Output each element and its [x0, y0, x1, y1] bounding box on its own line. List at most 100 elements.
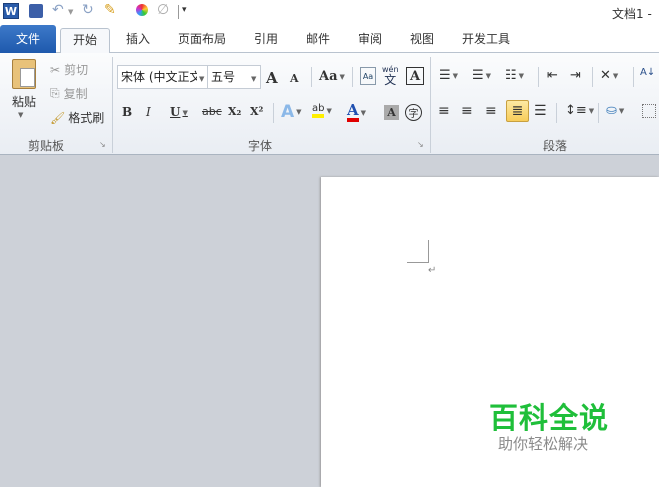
tab-developer[interactable]: 开发工具: [454, 28, 518, 53]
tab-file[interactable]: 文件: [0, 25, 56, 53]
tab-view[interactable]: 视图: [402, 28, 442, 53]
chevron-down-icon: ▼: [199, 75, 205, 83]
divider: [592, 67, 593, 87]
text-effects-button[interactable]: A ▼: [281, 102, 302, 122]
tab-insert[interactable]: 插入: [118, 28, 158, 53]
redo-icon[interactable]: ↻: [82, 2, 94, 18]
borders-button[interactable]: [642, 104, 656, 118]
sort-button[interactable]: A↓: [640, 67, 655, 78]
phonetic-guide-button[interactable]: wén 文: [382, 65, 399, 86]
tab-page-layout[interactable]: 页面布局: [170, 28, 234, 53]
chevron-down-icon: ▼: [452, 71, 459, 80]
tab-review[interactable]: 审阅: [350, 28, 390, 53]
font-size-value: 五号: [211, 70, 236, 84]
line-spacing-icon: ↕≡: [565, 103, 587, 118]
underline-button[interactable]: U ▼: [170, 105, 188, 119]
undo-dropdown-icon[interactable]: ▼: [68, 8, 73, 16]
multilevel-list-button[interactable]: ☷ ▼: [505, 68, 524, 83]
scissors-icon: ✂: [50, 62, 61, 77]
paint-icon[interactable]: ✎: [104, 2, 116, 18]
chevron-down-icon: ▼: [182, 107, 188, 117]
tab-home[interactable]: 开始: [60, 28, 110, 54]
align-center-button[interactable]: ≡: [461, 103, 473, 119]
bullets-button[interactable]: ☰ ▼: [439, 68, 458, 83]
text-effects-label: A: [281, 102, 295, 122]
numbered-list-icon: ☰: [472, 68, 484, 83]
paste-icon[interactable]: [12, 59, 36, 89]
ribbon-tabs: 文件 开始 插入 页面布局 引用 邮件 审阅 视图 开发工具: [0, 25, 659, 54]
watermark-subtitle: 助你轻松解决: [498, 435, 589, 453]
divider: [538, 67, 539, 87]
shrink-font-button[interactable]: A: [290, 72, 299, 85]
subscript-button[interactable]: X₂: [228, 105, 241, 118]
grow-font-button[interactable]: A: [266, 69, 278, 87]
numbering-button[interactable]: ☰ ▼: [472, 68, 491, 83]
save-icon[interactable]: [29, 4, 43, 18]
format-painter-label: 格式刷: [68, 111, 105, 125]
font-size-combo[interactable]: 五号 ▼: [207, 65, 261, 89]
character-border-button[interactable]: A: [406, 67, 424, 85]
decrease-indent-button[interactable]: ⇤: [547, 68, 558, 83]
chevron-down-icon: ▼: [339, 72, 345, 81]
clipboard-launcher-icon[interactable]: ↘: [99, 140, 106, 149]
bullet-list-icon: ☰: [439, 68, 451, 83]
chinese-layout-icon: ✕: [600, 68, 611, 83]
cut-button[interactable]: ✂ 剪切: [50, 61, 88, 78]
clear-formatting-button[interactable]: Aa: [360, 67, 376, 85]
strikethrough-button[interactable]: abc: [202, 105, 222, 118]
qat-divider: [178, 5, 179, 19]
chevron-down-icon: ▼: [518, 71, 525, 80]
chevron-down-icon: ▼: [251, 75, 257, 83]
tab-references[interactable]: 引用: [246, 28, 286, 53]
enclose-characters-button[interactable]: 字: [405, 104, 422, 121]
font-launcher-icon[interactable]: ↘: [417, 140, 424, 149]
clipboard-group-label: 剪贴板: [28, 139, 65, 153]
document-page[interactable]: ↵ 百科全说 助你轻松解决: [321, 177, 659, 487]
divider: [311, 67, 312, 87]
title-bar: W ↶ ▼ ↻ ✎ ∅ ▾ 文档1 -: [0, 0, 659, 25]
window-title: 文档1 -: [612, 7, 652, 21]
brush-icon: 🖌: [50, 110, 66, 125]
align-left-button[interactable]: ≡: [438, 103, 450, 119]
change-case-button[interactable]: Aa ▼: [319, 69, 345, 84]
highlight-button[interactable]: ab ▼: [312, 103, 332, 118]
clear-format-icon[interactable]: ∅: [157, 2, 169, 18]
increase-indent-button[interactable]: ⇥: [570, 68, 581, 83]
copy-button[interactable]: ⎘ 复制: [50, 85, 88, 102]
chevron-down-icon: ▼: [326, 106, 332, 115]
justify-button[interactable]: ≣: [506, 100, 529, 122]
customize-qat-icon[interactable]: ▾: [182, 5, 187, 15]
italic-button[interactable]: I: [146, 105, 151, 119]
font-name-value: 宋体 (中文正文: [121, 70, 197, 84]
font-color-button[interactable]: A ▼: [347, 102, 366, 122]
chevron-down-icon: ▼: [612, 71, 619, 80]
font-group-label: 字体: [248, 139, 273, 153]
divider: [273, 103, 274, 123]
chevron-down-icon: ▼: [296, 108, 302, 116]
bold-button[interactable]: B: [122, 105, 132, 119]
underline-label: U: [170, 105, 181, 119]
font-name-combo[interactable]: 宋体 (中文正文▼: [117, 65, 208, 89]
word-app-icon[interactable]: W: [3, 3, 19, 19]
change-case-label: Aa: [319, 69, 338, 84]
align-right-button[interactable]: ≡: [485, 103, 497, 119]
shading-button[interactable]: ⛀ ▼: [606, 103, 624, 118]
line-spacing-button[interactable]: ↕≡ ▼: [565, 103, 594, 118]
format-painter-button[interactable]: 🖌 格式刷: [50, 109, 104, 126]
undo-icon[interactable]: ↶: [52, 2, 64, 18]
font-color-label: A: [347, 102, 359, 122]
divider: [598, 103, 599, 123]
paste-button[interactable]: 粘贴: [8, 93, 40, 110]
chevron-down-icon: ▼: [485, 71, 492, 80]
character-shading-button[interactable]: A: [384, 105, 399, 120]
tab-mailings[interactable]: 邮件: [298, 28, 338, 53]
superscript-button[interactable]: X²: [250, 105, 263, 118]
distributed-button[interactable]: ☰: [534, 103, 547, 119]
color-wheel-icon[interactable]: [136, 4, 148, 16]
group-divider: [112, 57, 113, 153]
chinese-layout-button[interactable]: ✕ ▼: [600, 68, 618, 83]
margin-corner-mark: [407, 240, 429, 263]
chevron-down-icon: ▼: [618, 106, 625, 115]
paste-dropdown-icon[interactable]: ▼: [18, 111, 23, 119]
highlight-label: ab: [312, 103, 325, 118]
